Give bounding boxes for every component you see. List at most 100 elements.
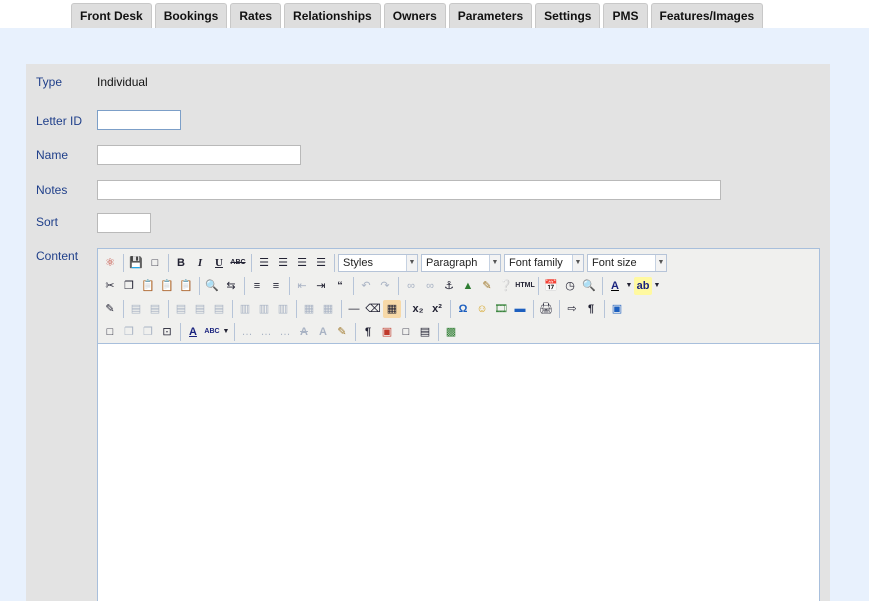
chevron-down-icon[interactable]: ▼ xyxy=(222,323,230,341)
merge-cells-icon[interactable]: ▦ xyxy=(319,300,337,318)
bold-button[interactable]: B xyxy=(172,254,190,272)
acronym-icon[interactable]: … xyxy=(276,323,294,341)
image-icon[interactable]: ▲ xyxy=(459,277,477,295)
indent-icon[interactable]: ⇥ xyxy=(312,277,330,295)
blockquote-box-icon[interactable]: □ xyxy=(397,323,415,341)
font-color-icon[interactable]: A xyxy=(606,277,624,295)
col-after-icon[interactable]: ▥ xyxy=(255,300,273,318)
emoticons-icon[interactable]: ☺ xyxy=(473,300,491,318)
special-char-button[interactable]: Ω xyxy=(454,300,472,318)
numbered-list-icon[interactable]: ≡ xyxy=(267,277,285,295)
save-icon[interactable]: 💾 xyxy=(127,254,145,272)
delete-text-button[interactable]: A xyxy=(295,323,313,341)
move-forward-icon[interactable]: ❐ xyxy=(120,323,138,341)
bullet-list-icon[interactable]: ≡ xyxy=(248,277,266,295)
highlight-color-icon[interactable]: ab xyxy=(634,276,652,295)
delete-col-icon[interactable]: ▥ xyxy=(274,300,292,318)
visual-chars-icon[interactable]: ¶ xyxy=(359,323,377,341)
blockquote-icon[interactable]: “ xyxy=(331,277,349,295)
tab-pms[interactable]: PMS xyxy=(603,3,648,28)
tab-features-images[interactable]: Features/Images xyxy=(650,3,764,28)
cleanup-icon[interactable]: ✎ xyxy=(478,277,496,295)
insert-date-icon[interactable]: 📅 xyxy=(542,277,560,295)
toolbar-row-4: □ ❐ ❐ ⊡ A ABC ▼ … … … A A ✎ ¶ ▣ □ ▤ ▩ xyxy=(101,320,816,343)
edit-css-icon[interactable]: ✎ xyxy=(101,300,119,318)
redo-icon[interactable]: ↷ xyxy=(376,277,394,295)
html-source-button[interactable]: HTML xyxy=(515,277,534,295)
paste-word-icon[interactable]: 📋 xyxy=(177,277,195,295)
styles-dropdown[interactable]: Styles ▼ xyxy=(338,253,418,272)
cite-icon[interactable]: … xyxy=(238,323,256,341)
superscript-button[interactable]: x² xyxy=(428,300,446,318)
insert-time-icon[interactable]: ◷ xyxy=(561,277,579,295)
italic-button[interactable]: I xyxy=(191,254,209,272)
font-size-dropdown[interactable]: Font size ▼ xyxy=(587,253,667,272)
outdent-icon[interactable]: ⇤ xyxy=(293,277,311,295)
strikethrough-button[interactable]: ABC xyxy=(229,254,247,272)
undo-icon[interactable]: ↶ xyxy=(357,277,375,295)
copy-icon[interactable]: ❐ xyxy=(120,277,138,295)
font-family-dropdown[interactable]: Font family ▼ xyxy=(504,253,584,272)
editor-content-area[interactable] xyxy=(98,344,819,601)
nonbreaking-icon[interactable]: ▬ xyxy=(511,300,529,318)
move-backward-icon[interactable]: ❐ xyxy=(139,323,157,341)
print-icon[interactable]: 🖨 xyxy=(537,300,555,318)
fullpage-icon[interactable]: ⚛ xyxy=(101,254,119,272)
anchor-icon[interactable]: ⚓ xyxy=(440,277,458,295)
chevron-down-icon[interactable]: ▼ xyxy=(653,277,661,295)
underline-button[interactable]: U xyxy=(210,254,228,272)
new-document-icon[interactable]: □ xyxy=(146,254,164,272)
align-left-icon[interactable]: ☰ xyxy=(255,254,273,272)
tab-front-desk[interactable]: Front Desk xyxy=(71,3,152,28)
fullscreen-icon[interactable]: ▣ xyxy=(608,300,626,318)
align-center-icon[interactable]: ☰ xyxy=(274,254,292,272)
absolute-icon[interactable]: ⊡ xyxy=(158,323,176,341)
insert-layer-icon[interactable]: □ xyxy=(101,323,119,341)
notes-input[interactable] xyxy=(97,180,721,200)
horizontal-rule-icon[interactable]: — xyxy=(345,300,363,318)
ltr-icon[interactable]: ⇨ xyxy=(563,300,581,318)
remove-format-icon[interactable]: ⌫ xyxy=(364,300,382,318)
page-break-icon[interactable]: ▤ xyxy=(416,323,434,341)
row-after-icon[interactable]: ▤ xyxy=(191,300,209,318)
tab-rates[interactable]: Rates xyxy=(230,3,282,28)
attribs-icon[interactable]: ✎ xyxy=(333,323,351,341)
col-before-icon[interactable]: ▥ xyxy=(236,300,254,318)
sort-input[interactable] xyxy=(97,213,151,233)
cut-icon[interactable]: ✂ xyxy=(101,277,119,295)
tab-settings[interactable]: Settings xyxy=(535,3,601,28)
rtl-button[interactable]: ¶ xyxy=(582,300,600,318)
align-right-icon[interactable]: ☰ xyxy=(293,254,311,272)
media-icon[interactable]: 🎞 xyxy=(492,300,510,318)
paste-text-icon[interactable]: 📋 xyxy=(158,277,176,295)
tab-parameters[interactable]: Parameters xyxy=(448,3,533,28)
tab-owners[interactable]: Owners xyxy=(383,3,446,28)
insert-image-plugin-icon[interactable]: ▩ xyxy=(442,323,460,341)
preview-icon[interactable]: 🔍 xyxy=(580,277,598,295)
subscript-button[interactable]: x₂ xyxy=(409,300,427,318)
row-before-icon[interactable]: ▤ xyxy=(172,300,190,318)
delete-row-icon[interactable]: ▤ xyxy=(210,300,228,318)
align-justify-icon[interactable]: ☰ xyxy=(312,254,330,272)
split-cells-icon[interactable]: ▦ xyxy=(300,300,318,318)
paragraph-dropdown[interactable]: Paragraph ▼ xyxy=(421,253,501,272)
table-icon[interactable]: ▦ xyxy=(383,299,401,318)
abbr-icon[interactable]: … xyxy=(257,323,275,341)
replace-icon[interactable]: ⇆ xyxy=(222,277,240,295)
cell-props-icon[interactable]: ▤ xyxy=(146,300,164,318)
insert-text-icon[interactable]: A xyxy=(314,323,332,341)
tab-relationships[interactable]: Relationships xyxy=(284,3,381,28)
link-icon[interactable]: ∞ xyxy=(402,277,420,295)
chevron-down-icon[interactable]: ▼ xyxy=(625,277,633,295)
find-icon[interactable]: 🔍 xyxy=(203,277,221,295)
style-props-button[interactable]: A xyxy=(184,323,202,341)
help-icon[interactable]: ❔ xyxy=(497,277,515,295)
tab-bookings[interactable]: Bookings xyxy=(154,3,228,28)
paste-icon[interactable]: 📋 xyxy=(139,277,157,295)
unlink-icon[interactable]: ∞ xyxy=(421,277,439,295)
spellcheck-button[interactable]: ABC xyxy=(203,323,221,341)
template-icon[interactable]: ▣ xyxy=(378,323,396,341)
letter-id-input[interactable] xyxy=(97,110,181,130)
name-input[interactable] xyxy=(97,145,301,165)
row-props-icon[interactable]: ▤ xyxy=(127,300,145,318)
